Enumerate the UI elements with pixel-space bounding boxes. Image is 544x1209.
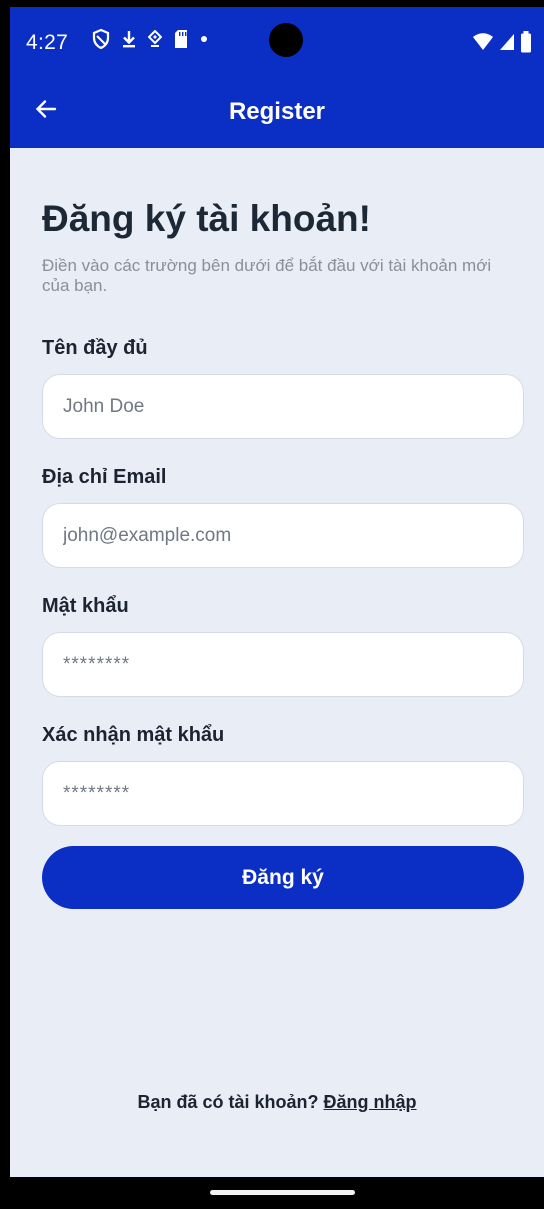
email-group: Địa chỉ Email [42, 465, 167, 489]
app-screen: 4:27 Register Đăng ký tài khoản! Điền và… [10, 7, 544, 1209]
vpn-shield-icon [92, 29, 110, 49]
status-icons [92, 29, 208, 49]
status-time: 4:27 [26, 31, 69, 54]
page-title: Đăng ký tài khoản! [42, 198, 371, 239]
system-nav-bar [10, 1177, 544, 1209]
status-bar: 4:27 [10, 7, 544, 75]
login-prompt-text: Bạn đã có tài khoản? [137, 1092, 319, 1112]
register-form: Đăng ký tài khoản! Điền vào các trường b… [42, 148, 524, 826]
battery-icon [520, 31, 532, 58]
sd-card-icon [173, 29, 189, 49]
login-link[interactable]: Đăng nhập [324, 1092, 417, 1112]
app-bar: Register [10, 75, 544, 148]
full-name-label: Tên đầy đủ [42, 337, 148, 359]
full-name-input[interactable] [42, 374, 524, 439]
register-button[interactable]: Đăng ký [42, 846, 524, 909]
password-group: Mật khẩu [42, 594, 129, 618]
password-input[interactable] [42, 632, 524, 697]
email-label: Địa chỉ Email [42, 466, 167, 488]
confirm-password-input[interactable] [42, 761, 524, 826]
confirm-password-group: Xác nhận mật khẩu [42, 723, 224, 747]
dot-icon [200, 35, 208, 43]
home-indicator[interactable] [210, 1190, 355, 1195]
signal-icon [499, 33, 515, 56]
status-right-icons [472, 31, 532, 58]
nfc-icon [148, 30, 162, 48]
password-label: Mật khẩu [42, 595, 129, 617]
wifi-icon [472, 33, 494, 56]
page-subtitle: Điền vào các trường bên dưới để bắt đầu … [42, 256, 492, 295]
download-icon [121, 29, 137, 49]
email-input[interactable] [42, 503, 524, 568]
confirm-password-label: Xác nhận mật khẩu [42, 724, 225, 746]
login-prompt: Bạn đã có tài khoản? Đăng nhập [10, 1092, 544, 1113]
camera-cutout [269, 23, 303, 57]
full-name-group: Tên đầy đủ [42, 336, 148, 360]
app-bar-title: Register [228, 98, 326, 125]
